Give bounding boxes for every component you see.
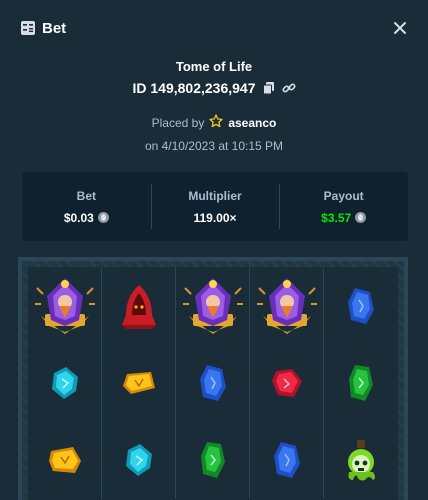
slot-cell	[176, 267, 250, 344]
multiplier-value: 119.00×	[193, 210, 237, 225]
blue-gem-symbol-icon	[272, 440, 302, 480]
litecoin-icon	[355, 212, 367, 223]
multiplier-label: Multiplier	[188, 188, 242, 203]
litecoin-icon	[97, 212, 109, 223]
slot-board	[18, 257, 408, 500]
username[interactable]: aseanco	[228, 116, 276, 130]
red-hood-symbol-icon	[114, 281, 164, 331]
slot-cell	[324, 267, 398, 344]
gold-rune-symbol-icon	[121, 370, 157, 396]
slot-cell	[250, 344, 324, 421]
slot-cell	[102, 421, 176, 498]
slot-cell	[176, 421, 250, 498]
close-icon[interactable]	[388, 16, 412, 40]
slot-cell	[28, 421, 102, 498]
cyan-gem-symbol-icon	[124, 442, 154, 478]
bet-slip-icon	[20, 20, 36, 36]
bet-id-row: ID 149,802,236,947	[0, 80, 428, 96]
modal-header: Bet	[0, 0, 428, 56]
payout-value-row: $3.57	[321, 210, 367, 225]
payout-stat: Payout $3.57	[279, 172, 408, 241]
bet-value-row: $0.03	[64, 211, 109, 225]
payout-value: $3.57	[321, 210, 352, 225]
slot-cell	[102, 267, 176, 344]
copy-icon[interactable]	[262, 81, 276, 95]
slot-cell	[250, 267, 324, 344]
link-icon[interactable]	[281, 81, 296, 95]
blue-gem-symbol-icon	[346, 286, 376, 326]
bet-value: $0.03	[63, 210, 94, 225]
star-icon	[209, 114, 223, 131]
wizard-symbol-icon	[33, 274, 97, 338]
wizard-symbol-icon	[181, 274, 245, 338]
slot-cell	[250, 421, 324, 498]
red-gem-symbol-icon	[270, 367, 304, 399]
bet-stats-panel: Bet $0.03 Multiplier 119.00× Payout $3.5…	[22, 172, 408, 241]
green-gem-symbol-icon	[199, 440, 227, 480]
placed-by-label: Placed by	[151, 115, 205, 130]
multiplier-stat: Multiplier 119.00×	[150, 172, 280, 241]
cyan-gem-symbol-icon	[50, 365, 80, 401]
blue-gem-symbol-icon	[198, 363, 228, 403]
slot-cell	[324, 421, 398, 498]
slot-cell	[324, 344, 398, 421]
gold-rune-symbol-icon	[47, 445, 83, 475]
bet-date: on 4/10/2023 at 10:15 PM	[144, 139, 284, 153]
bet-label: Bet	[76, 188, 96, 203]
green-gem-symbol-icon	[347, 363, 375, 403]
payout-label: Payout	[323, 188, 364, 203]
modal-title: Bet	[42, 19, 67, 37]
potion-skull-symbol-icon	[343, 438, 379, 482]
slot-cell	[28, 267, 102, 344]
bet-id: ID 149,802,236,947	[132, 80, 256, 96]
slot-cell	[176, 344, 250, 421]
slot-grid	[28, 267, 398, 500]
game-name[interactable]: Tome of Life	[0, 59, 428, 74]
bet-amount-stat: Bet $0.03	[22, 172, 151, 241]
slot-cell	[28, 344, 102, 421]
placed-by-row: Placed by aseanco	[0, 114, 428, 131]
wizard-symbol-icon	[255, 274, 319, 338]
slot-cell	[102, 344, 176, 421]
